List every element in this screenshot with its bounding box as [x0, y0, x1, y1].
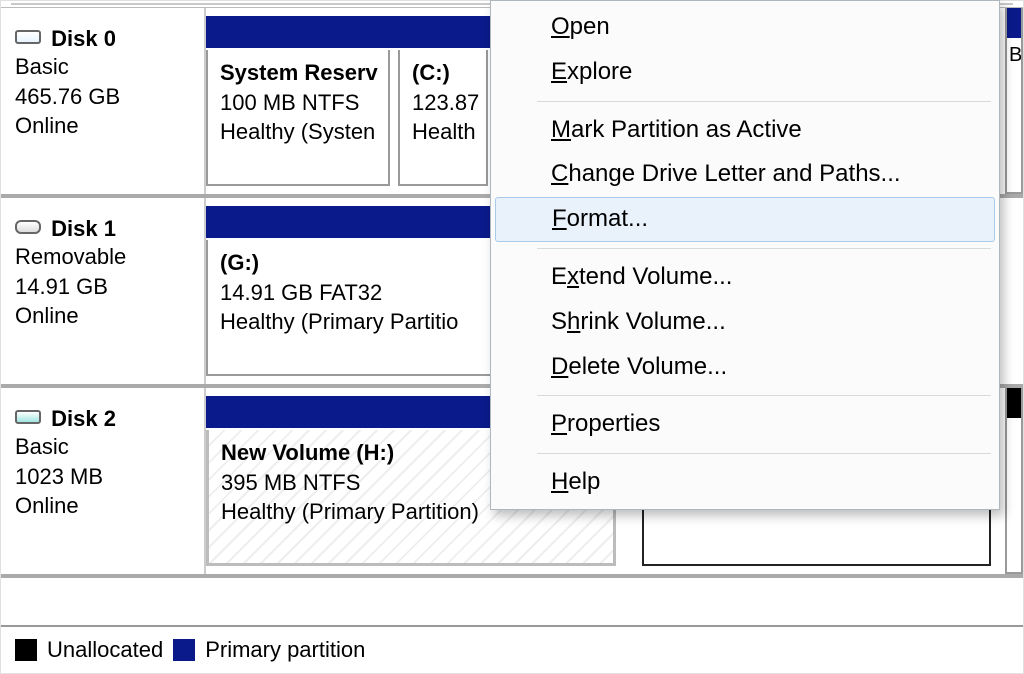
- disk-info-panel[interactable]: Disk 1 Removable 14.91 GB Online: [1, 198, 206, 384]
- partition-overflow-text: B (P: [1007, 38, 1021, 67]
- partition-c[interactable]: (C:) 123.87 Health: [398, 50, 488, 186]
- disk-type: Removable: [15, 242, 190, 272]
- disk-icon: [15, 220, 41, 234]
- disk-icon: [15, 410, 41, 424]
- legend-swatch-primary: [173, 639, 195, 661]
- menu-item-change-letter[interactable]: Change Drive Letter and Paths...: [491, 152, 999, 197]
- partition-health: Healthy (Systen: [220, 117, 376, 147]
- disk-size: 1023 MB: [15, 462, 190, 492]
- partition-size-fs: 100 MB NTFS: [220, 88, 376, 118]
- legend-label-primary: Primary partition: [205, 637, 365, 663]
- disk-type: Basic: [15, 432, 190, 462]
- menu-item-mark-active[interactable]: Mark Partition as Active: [491, 108, 999, 153]
- partition-title: (G:): [220, 248, 482, 278]
- menu-item-shrink[interactable]: Shrink Volume...: [491, 300, 999, 345]
- partition-title: (C:): [412, 58, 474, 88]
- disk-type: Basic: [15, 52, 190, 82]
- partition-header-bar: [1007, 388, 1021, 418]
- menu-separator: [537, 395, 991, 396]
- partition-g[interactable]: (G:) 14.91 GB FAT32 Healthy (Primary Par…: [206, 240, 496, 376]
- partition-health: Health: [412, 117, 474, 147]
- menu-item-open[interactable]: Open: [491, 5, 999, 50]
- disk-status: Online: [15, 111, 190, 141]
- disk-icon: [15, 30, 41, 44]
- menu-item-properties[interactable]: Properties: [491, 402, 999, 447]
- disk-name: Disk 1: [51, 216, 116, 241]
- disk-status: Online: [15, 491, 190, 521]
- disk-info-panel[interactable]: Disk 2 Basic 1023 MB Online: [1, 388, 206, 574]
- partition-title: System Reserv: [220, 58, 376, 88]
- partition-header-bar: [1007, 8, 1021, 38]
- menu-item-format[interactable]: Format...: [495, 197, 995, 242]
- menu-item-help[interactable]: Help: [491, 460, 999, 505]
- volume-context-menu[interactable]: OpenExplore Mark Partition as ActiveChang…: [490, 0, 1000, 510]
- row-spacer: [1005, 198, 1023, 384]
- legend-swatch-unallocated: [15, 639, 37, 661]
- legend: Unallocated Primary partition: [1, 625, 1023, 673]
- menu-separator: [537, 248, 991, 249]
- legend-label-unallocated: Unallocated: [47, 637, 163, 663]
- disk-size: 14.91 GB: [15, 272, 190, 302]
- disk-name: Disk 2: [51, 406, 116, 431]
- disk-status: Online: [15, 301, 190, 331]
- partition-system-reserved[interactable]: System Reserv 100 MB NTFS Healthy (Syste…: [206, 50, 390, 186]
- disk-size: 465.76 GB: [15, 82, 190, 112]
- disk-info-panel[interactable]: Disk 0 Basic 465.76 GB Online: [1, 8, 206, 194]
- partition-overflow[interactable]: B (P: [1005, 8, 1023, 194]
- disk-name: Disk 0: [51, 26, 116, 51]
- menu-item-extend[interactable]: Extend Volume...: [491, 255, 999, 300]
- partition-health: Healthy (Primary Partitio: [220, 307, 482, 337]
- menu-separator: [537, 453, 991, 454]
- partition-size-fs: 123.87: [412, 88, 474, 118]
- menu-item-delete[interactable]: Delete Volume...: [491, 345, 999, 390]
- partition-size-fs: 14.91 GB FAT32: [220, 278, 482, 308]
- partition-overflow[interactable]: [1005, 388, 1023, 574]
- menu-separator: [537, 101, 991, 102]
- menu-item-explore[interactable]: Explore: [491, 50, 999, 95]
